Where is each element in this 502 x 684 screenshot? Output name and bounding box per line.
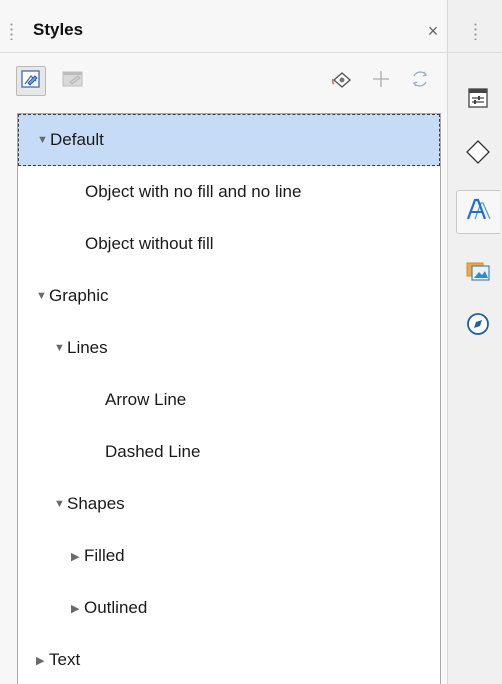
style-item-label: Graphic bbox=[49, 286, 109, 305]
style-item-label: Filled bbox=[84, 546, 125, 565]
style-item-label: Object with no fill and no line bbox=[85, 182, 302, 201]
style-item[interactable]: ▶ Outlined bbox=[18, 582, 440, 634]
style-item-label: Shapes bbox=[67, 494, 125, 513]
collapse-arrow-icon[interactable]: ▼ bbox=[54, 342, 66, 354]
update-style-icon bbox=[409, 68, 431, 95]
style-item[interactable]: Object with no fill and no line bbox=[18, 166, 440, 218]
collapse-arrow-icon[interactable]: ▼ bbox=[36, 290, 48, 302]
tab-properties[interactable] bbox=[456, 78, 500, 122]
new-style-button[interactable] bbox=[366, 66, 396, 96]
deck-title: Styles bbox=[33, 20, 84, 39]
style-item-label: Text bbox=[49, 650, 81, 669]
tabbar-grip-handle[interactable] bbox=[474, 22, 477, 40]
expand-arrow-icon[interactable]: ▶ bbox=[71, 602, 83, 615]
fill-format-mode-button[interactable] bbox=[327, 66, 357, 96]
gallery-icon bbox=[464, 257, 492, 288]
expand-arrow-icon[interactable]: ▶ bbox=[71, 550, 83, 563]
tab-shapes[interactable] bbox=[456, 132, 500, 176]
navigator-icon bbox=[465, 311, 491, 342]
style-item-label: Lines bbox=[67, 338, 108, 357]
expand-arrow-icon[interactable]: ▶ bbox=[36, 654, 48, 667]
styles-icon bbox=[465, 197, 493, 228]
collapse-arrow-icon[interactable]: ▼ bbox=[54, 498, 66, 510]
tab-gallery[interactable] bbox=[456, 250, 500, 294]
update-style-button[interactable] bbox=[405, 66, 435, 96]
tab-styles[interactable] bbox=[456, 190, 500, 234]
properties-icon bbox=[466, 86, 490, 115]
new-style-icon bbox=[370, 68, 392, 95]
tabbar-divider bbox=[448, 52, 502, 53]
style-item[interactable]: ▼ Shapes bbox=[18, 478, 440, 530]
style-item[interactable]: ▼ Default bbox=[18, 114, 440, 166]
collapse-arrow-icon[interactable]: ▼ bbox=[37, 134, 49, 146]
deck-header: Styles × bbox=[0, 0, 447, 52]
close-deck-button[interactable]: × bbox=[424, 22, 442, 40]
fill-format-mode-icon bbox=[330, 68, 354, 95]
presentation-styles-icon bbox=[61, 68, 85, 95]
style-item[interactable]: Dashed Line bbox=[18, 426, 440, 478]
style-item[interactable]: ▶ Filled bbox=[18, 530, 440, 582]
style-item[interactable]: Object without fill bbox=[18, 218, 440, 270]
tab-navigator[interactable] bbox=[456, 304, 500, 348]
style-item[interactable]: Arrow Line bbox=[18, 374, 440, 426]
presentation-styles-button[interactable] bbox=[58, 66, 88, 96]
style-item-label: Dashed Line bbox=[105, 442, 201, 461]
drawing-styles-icon bbox=[20, 68, 42, 95]
styles-tree[interactable]: ▼ Default Object with no fill and no line O… bbox=[17, 113, 441, 684]
sidebar-window: Styles × ▼ Default Object with no fill a… bbox=[0, 0, 502, 684]
style-item[interactable]: ▼ Lines bbox=[18, 322, 440, 374]
sidebar-tabbar bbox=[448, 0, 502, 684]
drawing-styles-button[interactable] bbox=[16, 66, 46, 96]
style-item-label: Object without fill bbox=[85, 234, 214, 253]
styles-deck: Styles × ▼ Default Object with no fill a… bbox=[0, 0, 448, 684]
shapes-icon bbox=[465, 139, 491, 170]
style-item-label: Arrow Line bbox=[105, 390, 187, 409]
style-item[interactable]: ▼ Graphic bbox=[18, 270, 440, 322]
style-item[interactable]: ▶ Text bbox=[18, 634, 440, 684]
styles-toolbar bbox=[0, 53, 447, 108]
style-item-label: Default bbox=[50, 130, 104, 149]
deck-grip-handle[interactable] bbox=[10, 22, 13, 40]
style-item-label: Outlined bbox=[84, 598, 148, 617]
